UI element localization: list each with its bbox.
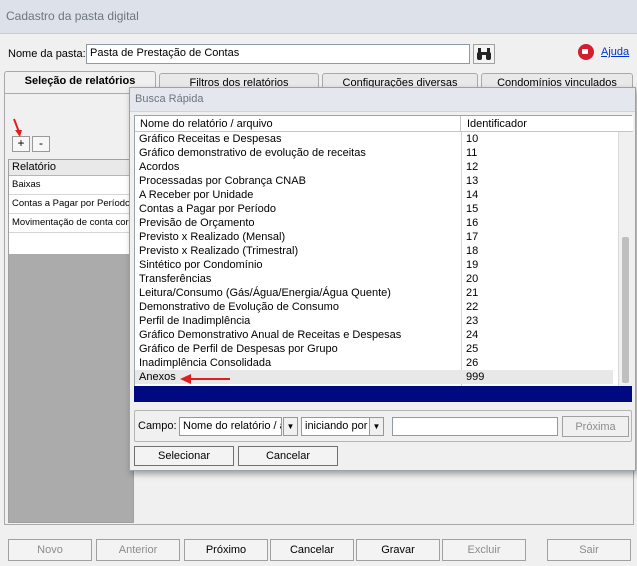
annotation-arrow-down-icon [13,118,22,137]
table-row[interactable]: Processadas por Cobrança CNAB 13 [135,174,613,188]
report-name-cell: Gráfico Receitas e Despesas [139,133,282,145]
report-name-cell: Gráfico de Perfil de Despesas por Grupo [139,343,338,355]
report-id-cell: 12 [466,161,479,173]
report-id-cell: 22 [466,301,479,313]
folder-name-input[interactable]: Pasta de Prestação de Contas [86,44,470,64]
report-id-cell: 20 [466,273,479,285]
annotation-arrow-left-icon [180,374,230,384]
report-name-cell: Previsão de Orçamento [139,217,255,229]
next-match-button[interactable]: Próxima [562,416,629,437]
report-id-cell: 999 [466,371,485,383]
table-row[interactable]: Previsto x Realizado (Trimestral) 18 [135,244,613,258]
search-panel: Campo: Nome do relatório / a ▼ iniciando… [134,410,632,442]
report-name-cell: Acordos [139,161,180,173]
report-name-cell: Previsto x Realizado (Mensal) [139,231,286,243]
table-row[interactable]: Acordos 12 [135,160,613,174]
report-name-cell: Sintético por Condomínio [139,259,263,271]
report-id-cell: 23 [466,315,479,327]
report-name-cell: Gráfico demonstrativo de evolução de rec… [139,147,366,159]
report-name-cell: Transferências [139,273,212,285]
bottom-toolbar: Novo Anterior Próximo Cancelar Gravar Ex… [0,535,637,566]
report-name-cell: Processadas por Cobrança CNAB [139,175,306,187]
report-id-cell: 15 [466,203,479,215]
report-name-cell: A Receber por Unidade [139,189,254,201]
report-id-cell: 13 [466,175,479,187]
report-id-cell: 11 [466,147,478,159]
table-row[interactable]: Gráfico Receitas e Despesas 10 [135,132,613,146]
report-id-cell: 16 [466,217,479,229]
table-row[interactable]: A Receber por Unidade 14 [135,188,613,202]
table-row[interactable]: Previsto x Realizado (Mensal) 17 [135,230,613,244]
dialog-cancel-button[interactable]: Cancelar [238,446,338,466]
report-id-cell: 19 [466,259,479,271]
field-dropdown-chevron-icon[interactable]: ▼ [283,417,298,436]
help-link[interactable]: Ajuda [601,46,629,58]
new-button[interactable]: Novo [8,539,92,561]
folder-name-label: Nome da pasta: [8,48,86,60]
previous-button[interactable]: Anterior [96,539,180,561]
search-text-input[interactable] [392,417,558,436]
cancel-button[interactable]: Cancelar [270,539,354,561]
table-row[interactable]: Gráfico demonstrativo de evolução de rec… [135,146,613,160]
table-row[interactable]: Contas a Pagar por Período 15 [135,202,613,216]
report-list: Relatório Baixas Contas a Pagar por Perí… [8,159,134,523]
table-row[interactable]: Sintético por Condomínio 19 [135,258,613,272]
table-row[interactable]: Perfil de Inadimplência 23 [135,314,613,328]
report-id-cell: 18 [466,245,479,257]
select-button[interactable]: Selecionar [134,446,234,466]
window-title: Cadastro da pasta digital [0,0,637,34]
report-name-cell: Demonstrativo de Evolução de Consumo [139,301,339,313]
grid-rows: Gráfico Receitas e Despesas 10 Gráfico dem… [135,132,613,384]
grid-header: Nome do relatório / arquivo Identificado… [135,116,633,132]
report-list-header: Relatório [9,160,133,176]
binoculars-icon [477,48,491,60]
table-row[interactable]: Gráfico Demonstrativo Anual de Receitas … [135,328,613,342]
binoculars-search-button[interactable] [473,44,495,64]
list-item[interactable]: Contas a Pagar por Período [9,195,133,214]
quick-search-dialog: Busca Rápida Nome do relatório / arquivo… [129,87,636,471]
field-select[interactable]: Nome do relatório / a [179,417,282,436]
save-button[interactable]: Gravar [356,539,440,561]
list-item[interactable]: Baixas [9,176,133,195]
table-row[interactable]: Transferências 20 [135,272,613,286]
remove-report-button[interactable]: - [32,136,50,152]
mode-dropdown-chevron-icon[interactable]: ▼ [369,417,384,436]
dialog-title: Busca Rápida [130,88,635,112]
folder-row: Nome da pasta: Pasta de Prestação de Con… [6,44,631,64]
scrollbar-thumb[interactable] [622,237,629,383]
report-name-cell: Leitura/Consumo (Gás/Água/Energia/Água Q… [139,287,391,299]
table-row[interactable]: Gráfico de Perfil de Despesas por Grupo 2… [135,342,613,356]
report-name-cell: Gráfico Demonstrativo Anual de Receitas … [139,329,402,341]
report-name-cell: Inadimplência Consolidada [139,357,272,369]
mode-select[interactable]: iniciando por [301,417,370,436]
column-header-identifier[interactable]: Identificador [461,116,611,132]
column-header-name[interactable]: Nome do relatório / arquivo [135,116,461,132]
exit-button[interactable]: Sair [547,539,631,561]
report-id-cell: 24 [466,329,479,341]
add-report-button[interactable]: + [12,136,30,152]
selection-bar [134,386,632,402]
report-id-cell: 21 [466,287,479,299]
delete-button[interactable]: Excluir [442,539,526,561]
vertical-scrollbar[interactable] [618,132,632,386]
report-name-cell: Contas a Pagar por Período [139,203,276,215]
list-item[interactable]: Movimentação de conta corre [9,214,133,233]
report-id-cell: 17 [466,231,479,243]
table-row[interactable]: Previsão de Orçamento 16 [135,216,613,230]
help-video-icon[interactable] [578,44,594,60]
report-name-cell: Previsto x Realizado (Trimestral) [139,245,299,257]
report-id-cell: 10 [466,133,479,145]
report-id-cell: 25 [466,343,479,355]
next-button[interactable]: Próximo [184,539,268,561]
table-row[interactable]: Leitura/Consumo (Gás/Água/Energia/Água Q… [135,286,613,300]
results-grid: Nome do relatório / arquivo Identificado… [134,115,633,387]
report-name-cell: Perfil de Inadimplência [139,315,251,327]
report-id-cell: 14 [466,189,479,201]
table-row[interactable]: Inadimplência Consolidada 26 [135,356,613,370]
table-row[interactable]: Demonstrativo de Evolução de Consumo 22 [135,300,613,314]
field-label: Campo: [138,420,177,432]
report-id-cell: 26 [466,357,479,369]
